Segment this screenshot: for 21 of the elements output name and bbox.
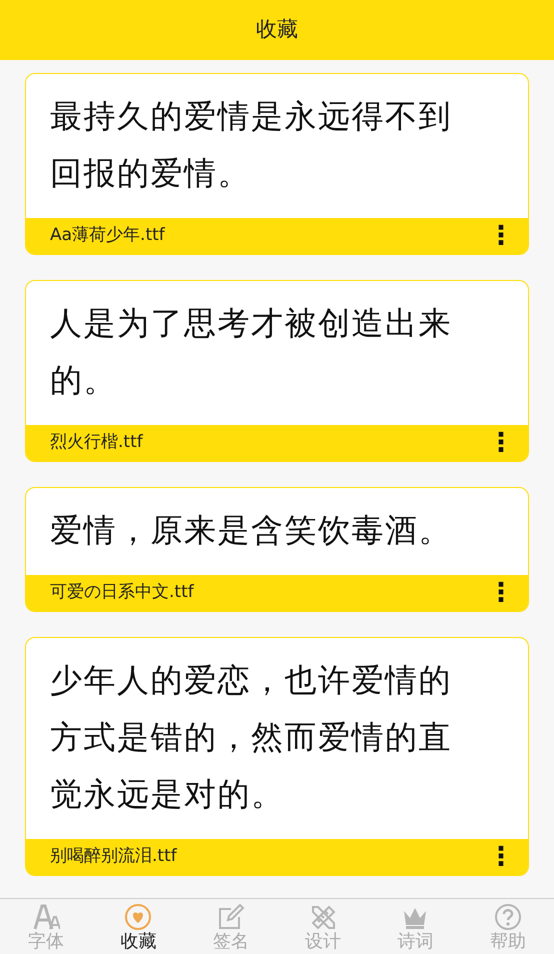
more-menu-button[interactable]: ⋮ — [484, 580, 518, 606]
font-file-name: 烈火行楷.ttf — [50, 431, 143, 454]
font-file-name: 别喝醉别流泪.ttf — [50, 845, 177, 868]
tab[interactable]: 收藏 — [92, 899, 185, 954]
font-file-name: 可爱の日系中文.ttf — [50, 581, 194, 604]
sample-text-line: 爱情，原来是含笑饮毒酒。 — [50, 510, 452, 551]
more-menu-button[interactable]: ⋮ — [484, 844, 518, 870]
more-menu-button[interactable]: ⋮ — [484, 223, 518, 249]
sample-text-line: 回报的爱情。 — [50, 153, 251, 194]
sample-text-line: 方式是错的，然而爱情的直 — [50, 717, 452, 758]
sample-text-line: 觉永远是对的。 — [50, 774, 284, 815]
font-icon — [32, 902, 60, 930]
sample-text-line: 最持久的爱情是永远得不到 — [50, 96, 452, 137]
font-file-name: Aa薄荷少年.ttf — [50, 224, 165, 248]
sample-text-line: 少年人的爱恋，也许爱情的 — [50, 660, 452, 701]
help-icon — [494, 902, 522, 930]
more-menu-button[interactable]: ⋮ — [484, 430, 518, 456]
sample-text-line: 人是为了思考才被创造出来 — [50, 303, 452, 344]
sample-text-line: 的。 — [50, 360, 117, 401]
page-title: 收藏 — [256, 16, 298, 44]
edit-icon — [216, 902, 245, 930]
